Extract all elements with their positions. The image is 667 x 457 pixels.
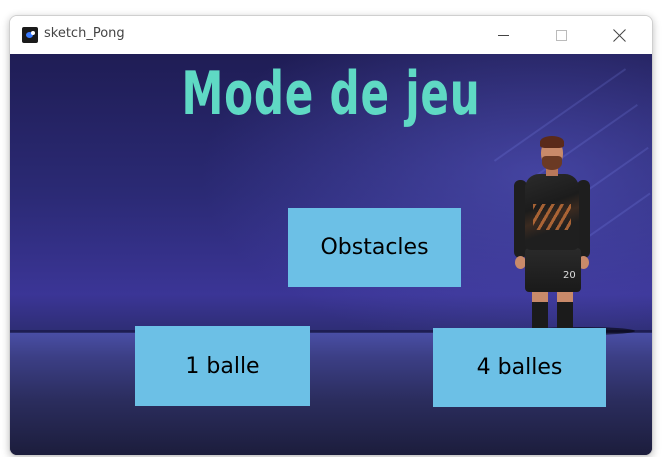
football-player-image: 20 [505, 134, 635, 335]
player-leg [557, 290, 573, 330]
minimize-icon [497, 34, 509, 36]
title-bar[interactable]: sketch_Pong [10, 16, 652, 54]
player-beard [542, 156, 562, 170]
mode-heading: Mode de jeu [181, 59, 481, 129]
window-title: sketch_Pong [44, 26, 125, 41]
maximize-button[interactable] [532, 16, 590, 54]
player-hair [540, 136, 564, 148]
game-canvas[interactable]: 20 Mode de jeu Obstacles 1 balle 4 balle… [10, 54, 652, 455]
four-balls-mode-button[interactable]: 4 balles [433, 328, 606, 407]
app-window: sketch_Pong 20 Mode de jeu Obstacles 1 b… [9, 15, 653, 456]
processing-app-icon [22, 27, 38, 43]
one-ball-mode-button[interactable]: 1 balle [135, 326, 310, 406]
player-leg [532, 290, 548, 330]
player-number: 20 [563, 270, 576, 281]
maximize-icon [555, 29, 567, 41]
obstacles-mode-button[interactable]: Obstacles [288, 208, 461, 287]
player-jersey [525, 174, 579, 250]
close-icon [613, 29, 626, 42]
minimize-button[interactable] [474, 16, 532, 54]
close-button[interactable] [590, 16, 648, 54]
